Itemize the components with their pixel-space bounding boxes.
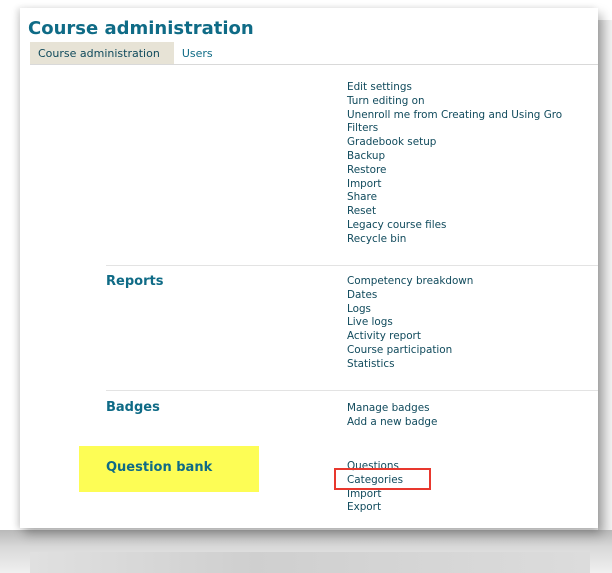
badges-links: Manage badges Add a new badge xyxy=(347,402,437,430)
page-title: Course administration xyxy=(28,18,254,39)
link-qb-export[interactable]: Export xyxy=(347,501,403,515)
link-turn-editing-on[interactable]: Turn editing on xyxy=(347,95,562,109)
tab-course-administration[interactable]: Course administration xyxy=(30,42,174,64)
link-restore[interactable]: Restore xyxy=(347,164,562,178)
link-share[interactable]: Share xyxy=(347,191,562,205)
link-legacy-course-files[interactable]: Legacy course files xyxy=(347,219,562,233)
link-backup[interactable]: Backup xyxy=(347,150,562,164)
tab-users[interactable]: Users xyxy=(174,42,227,64)
page-bottom-shadow-band xyxy=(30,552,590,573)
link-filters[interactable]: Filters xyxy=(347,122,562,136)
link-manage-badges[interactable]: Manage badges xyxy=(347,402,437,416)
link-recycle-bin[interactable]: Recycle bin xyxy=(347,233,562,247)
link-import[interactable]: Import xyxy=(347,178,562,192)
course-admin-panel: Course administration Course administrat… xyxy=(20,8,598,528)
link-add-new-badge[interactable]: Add a new badge xyxy=(347,416,437,430)
link-live-logs[interactable]: Live logs xyxy=(347,316,473,330)
section-divider xyxy=(106,265,598,266)
course-links: Edit settings Turn editing on Unenroll m… xyxy=(347,81,562,247)
link-statistics[interactable]: Statistics xyxy=(347,358,473,372)
link-unenroll-me[interactable]: Unenroll me from Creating and Using Gro xyxy=(347,109,562,123)
link-activity-report[interactable]: Activity report xyxy=(347,330,473,344)
link-logs[interactable]: Logs xyxy=(347,303,473,317)
page-edge-shadow xyxy=(598,20,612,530)
badges-heading: Badges xyxy=(106,400,160,415)
section-divider xyxy=(106,390,598,391)
categories-annotation-box xyxy=(334,468,431,490)
admin-tabs: Course administration Users xyxy=(30,42,227,64)
reports-heading: Reports xyxy=(106,274,164,289)
reports-links: Competency breakdown Dates Logs Live log… xyxy=(347,275,473,372)
link-edit-settings[interactable]: Edit settings xyxy=(347,81,562,95)
link-dates[interactable]: Dates xyxy=(347,289,473,303)
link-gradebook-setup[interactable]: Gradebook setup xyxy=(347,136,562,150)
link-reset[interactable]: Reset xyxy=(347,205,562,219)
tabs-underline xyxy=(30,64,598,65)
link-competency-breakdown[interactable]: Competency breakdown xyxy=(347,275,473,289)
question-bank-heading: Question bank xyxy=(106,460,213,475)
link-course-participation[interactable]: Course participation xyxy=(347,344,473,358)
